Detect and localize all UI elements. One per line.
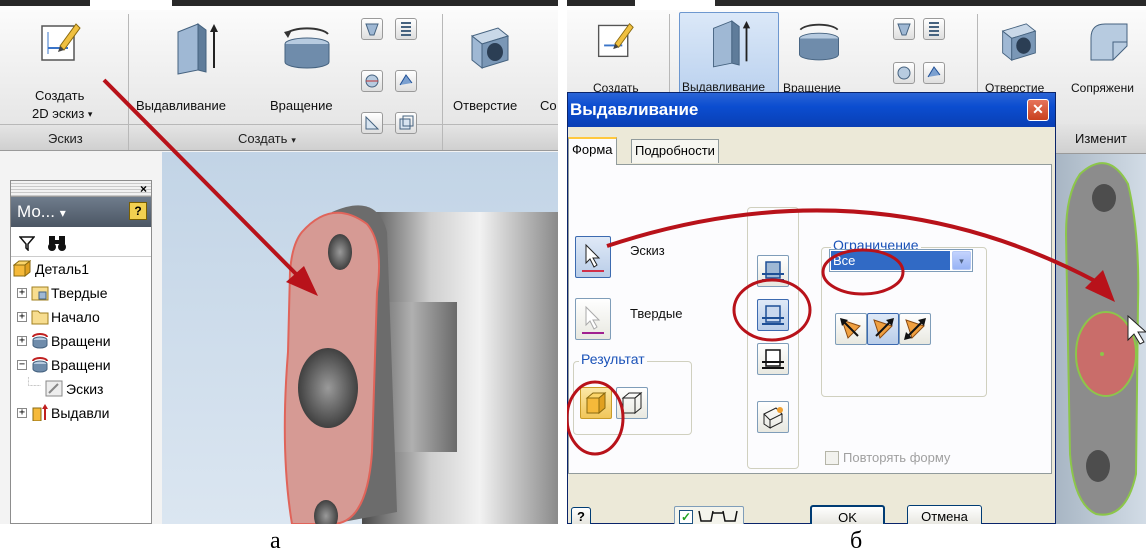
- panel-a: Создать 2D эскиз ▾ Выдавливание Вращение: [0, 0, 558, 524]
- caption-a: а: [270, 528, 281, 554]
- annotation-circle-cut: [732, 278, 812, 342]
- annotation-arrow: [102, 78, 318, 296]
- annotation-arrow: [606, 208, 1098, 284]
- annotation-circle-extents: [821, 248, 905, 296]
- annotation-overlay: [567, 208, 1115, 456]
- panel-b: Создать Выдавливание Вращение Отверстие: [567, 0, 1146, 524]
- annotation-arrow-head: [1085, 270, 1115, 302]
- caption-b: б: [850, 528, 863, 554]
- annotation-circle-result: [567, 380, 625, 456]
- tab-shape[interactable]: Форма: [568, 137, 617, 165]
